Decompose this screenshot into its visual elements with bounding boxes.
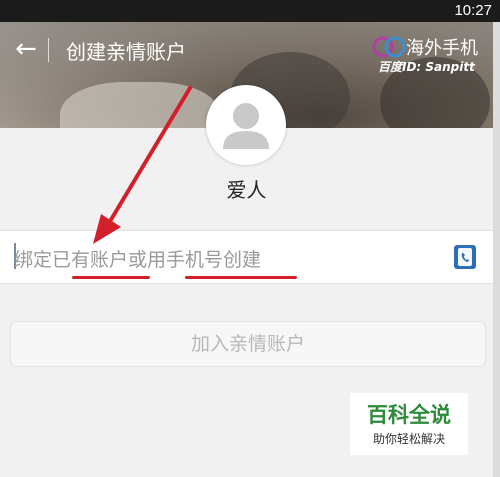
contact-book-icon bbox=[458, 248, 472, 266]
back-button[interactable]: ← bbox=[12, 34, 40, 64]
header-photo-shape bbox=[60, 82, 220, 128]
baike-title: 百科全说 bbox=[367, 403, 451, 427]
status-bar: 10:27 bbox=[0, 0, 500, 22]
watermark-subtext: 百度ID: Sanpitt bbox=[378, 60, 475, 74]
contact-picker-button[interactable] bbox=[454, 245, 476, 269]
account-input-placeholder: 绑定已有账户或用手机号创建 bbox=[14, 249, 262, 271]
annotation-underline bbox=[185, 276, 297, 279]
person-placeholder-icon bbox=[223, 103, 269, 149]
annotation-underline bbox=[72, 276, 150, 279]
baike-watermark-badge: 百科全说 助你轻松解决 bbox=[350, 393, 468, 455]
join-family-account-button[interactable]: 加入亲情账户 bbox=[10, 321, 486, 367]
arrow-left-icon: ← bbox=[15, 34, 37, 64]
watermark-text: 海外手机 bbox=[406, 38, 478, 59]
status-time: 10:27 bbox=[454, 2, 492, 19]
header-divider bbox=[48, 38, 49, 62]
baike-subtitle: 助你轻松解决 bbox=[372, 432, 445, 446]
avatar[interactable] bbox=[206, 85, 286, 165]
page-title: 创建亲情账户 bbox=[66, 40, 186, 64]
profile-name: 爱人 bbox=[226, 178, 267, 202]
screen-edge bbox=[493, 22, 500, 477]
